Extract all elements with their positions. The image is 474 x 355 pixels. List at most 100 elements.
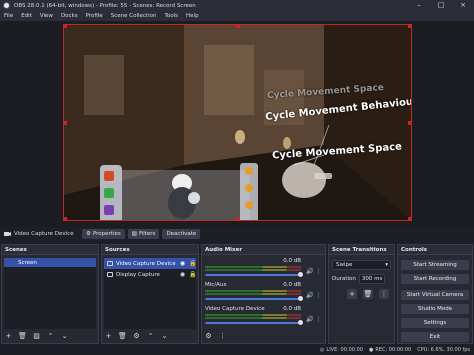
mixer-channel: Video Capture Device 0.0 dB 🔊 ⋮: [204, 306, 323, 330]
resize-handle-bc[interactable]: [236, 217, 240, 220]
settings-button[interactable]: Settings: [401, 318, 469, 328]
scenes-list: Screen: [4, 258, 96, 329]
menu-profile[interactable]: Profile: [82, 13, 107, 19]
scene-filters-icon[interactable]: ▧: [32, 332, 41, 341]
volume-slider-handle[interactable]: [298, 272, 303, 277]
add-transition-button[interactable]: +: [347, 289, 357, 299]
speaker-icon[interactable]: 🔊: [306, 268, 313, 275]
resize-handle-mr[interactable]: [408, 121, 411, 125]
window-controls: – □ ×: [408, 0, 474, 11]
scene-preview-canvas[interactable]: Cycle Movement Space Cycle Movement Beha…: [63, 24, 412, 221]
volume-slider-handle[interactable]: [298, 320, 303, 325]
title-bar: OBS 28.0.1 (64-bit, windows) - Profile: …: [0, 0, 474, 11]
mixer-menu-icon[interactable]: ⋮: [218, 332, 227, 341]
remove-transition-button[interactable]: 🗑: [363, 289, 373, 299]
close-button[interactable]: ×: [452, 0, 474, 11]
add-source-icon[interactable]: +: [104, 332, 113, 341]
resize-handle-bl[interactable]: [64, 217, 67, 220]
filter-icon: ▧: [131, 231, 137, 237]
transition-menu-button[interactable]: ⋮: [379, 289, 389, 299]
level-meter: [205, 314, 301, 316]
controls-dock-title: Controls: [398, 245, 472, 255]
preview-area[interactable]: Cycle Movement Space Cycle Movement Beha…: [0, 21, 474, 227]
volume-slider[interactable]: [205, 274, 301, 276]
rec-status: ● REC: 00:00:00: [369, 347, 411, 353]
source-name: Display Capture: [116, 271, 160, 278]
source-toolbar: Video Capture Device ⚙ Properties ▧ Filt…: [0, 227, 474, 241]
level-meter: [205, 290, 301, 292]
lock-icon[interactable]: 🔒: [189, 271, 196, 278]
remove-source-icon[interactable]: 🗑: [118, 332, 127, 341]
duration-label: Duration: [332, 276, 356, 282]
move-up-icon[interactable]: ⌃: [146, 332, 155, 341]
speaker-icon[interactable]: 🔊: [306, 316, 313, 323]
eye-icon[interactable]: ◉: [179, 260, 186, 267]
move-down-icon[interactable]: ⌄: [160, 332, 169, 341]
volume-slider[interactable]: [205, 298, 301, 300]
mixer-channels: 0.0 dB 🔊 ⋮ Mic/Aux 0.0 dB 🔊 ⋮ Video Capt…: [204, 258, 323, 329]
deactivate-button[interactable]: Deactivate: [162, 229, 201, 239]
filters-button[interactable]: ▧ Filters: [127, 229, 160, 239]
studio-mode-button[interactable]: Studio Mode: [401, 304, 469, 314]
lock-icon[interactable]: 🔒: [189, 260, 196, 267]
exit-button[interactable]: Exit: [401, 332, 469, 342]
vr-scene-image: [64, 25, 411, 220]
source-item-video-capture[interactable]: Video Capture Device ◉ 🔒: [104, 258, 196, 269]
maximize-button[interactable]: □: [430, 0, 452, 11]
level-meter: [205, 266, 301, 268]
move-up-icon[interactable]: ⌃: [46, 332, 55, 341]
menu-scene-collection[interactable]: Scene Collection: [107, 13, 161, 19]
resize-handle-br[interactable]: [408, 217, 411, 220]
resize-handle-tr[interactable]: [408, 25, 411, 28]
camera-icon: [107, 261, 113, 266]
source-properties-icon[interactable]: ⚙: [132, 332, 141, 341]
menu-edit[interactable]: Edit: [17, 13, 36, 19]
scenes-dock: Scenes Screen + 🗑 ▧ ⌃ ⌄: [1, 244, 99, 344]
scenes-dock-title: Scenes: [2, 245, 98, 255]
live-time: LIVE: 00:00:00: [326, 347, 363, 353]
volume-slider-handle[interactable]: [298, 296, 303, 301]
resize-handle-tl[interactable]: [64, 25, 67, 28]
source-name: Video Capture Device: [116, 260, 176, 267]
transition-select[interactable]: Swipe ▾: [332, 260, 391, 270]
menu-help[interactable]: Help: [182, 13, 203, 19]
audio-mixer-dock: Audio Mixer 0.0 dB 🔊 ⋮ Mic/Aux 0.0 dB 🔊 …: [201, 244, 326, 344]
move-down-icon[interactable]: ⌄: [60, 332, 69, 341]
remove-scene-icon[interactable]: 🗑: [18, 332, 27, 341]
advanced-audio-icon[interactable]: ⚙: [204, 332, 213, 341]
kebab-menu-icon[interactable]: ⋮: [315, 268, 322, 275]
camera-icon: [4, 232, 11, 236]
window-title: OBS 28.0.1 (64-bit, windows) - Profile: …: [14, 2, 196, 9]
resize-handle-ml[interactable]: [64, 121, 67, 125]
speaker-icon[interactable]: 🔊: [306, 292, 313, 299]
cpu-status: CPU: 6.6%, 30.00 fps: [417, 347, 470, 353]
menu-docks[interactable]: Docks: [57, 13, 82, 19]
kebab-menu-icon[interactable]: ⋮: [315, 316, 322, 323]
start-streaming-button[interactable]: Start Streaming: [401, 260, 469, 270]
minimize-button[interactable]: –: [408, 0, 430, 11]
menu-tools[interactable]: Tools: [160, 13, 182, 19]
chevron-down-icon: ▾: [385, 262, 388, 268]
transition-buttons: + 🗑 ⋮: [347, 289, 389, 299]
selected-source-name: Video Capture Device: [14, 231, 74, 237]
add-scene-icon[interactable]: +: [4, 332, 13, 341]
resize-handle-tc[interactable]: [236, 25, 240, 28]
eye-icon[interactable]: ◉: [179, 271, 186, 278]
sources-list: Video Capture Device ◉ 🔒 Display Capture…: [104, 258, 196, 329]
level-meter: [205, 269, 301, 271]
start-virtual-camera-button[interactable]: Start Virtual Camera: [401, 290, 469, 300]
cpu-text: CPU: 6.6%, 30.00 fps: [417, 347, 470, 353]
properties-button[interactable]: ⚙ Properties: [82, 229, 125, 239]
volume-slider[interactable]: [205, 322, 301, 324]
start-recording-button[interactable]: Start Recording: [401, 274, 469, 284]
transition-selected: Swipe: [336, 262, 353, 268]
menu-view[interactable]: View: [36, 13, 57, 19]
menu-file[interactable]: File: [0, 13, 17, 19]
scene-item[interactable]: Screen: [4, 258, 96, 267]
channel-db: 0.0 dB: [283, 282, 301, 288]
kebab-menu-icon[interactable]: ⋮: [315, 292, 322, 299]
duration-input[interactable]: 300 ms: [358, 274, 385, 284]
channel-name: Mic/Aux: [205, 282, 227, 288]
source-item-display-capture[interactable]: Display Capture ◉ 🔒: [104, 269, 196, 280]
mixer-channel: 0.0 dB 🔊 ⋮: [204, 258, 323, 282]
